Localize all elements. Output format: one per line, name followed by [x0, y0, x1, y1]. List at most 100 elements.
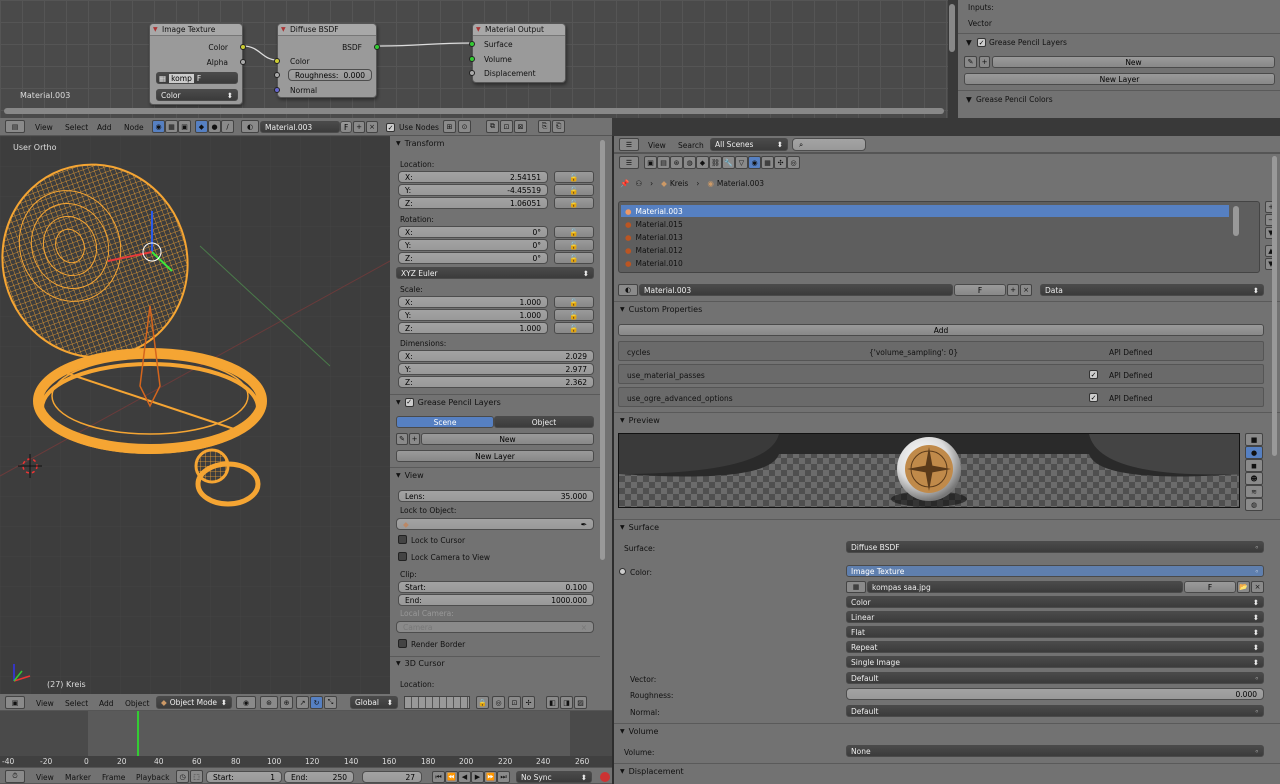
rotation-mode-dropdown[interactable]: XYZ Euler ⬍: [396, 267, 594, 279]
gp-layers-header[interactable]: Grease Pencil Layers: [989, 38, 1067, 47]
gp-new-button[interactable]: New: [421, 433, 594, 445]
link-dropdown[interactable]: Data ⬍: [1040, 284, 1264, 296]
particles-tab-icon[interactable]: ✣: [774, 156, 787, 169]
plus-icon[interactable]: +: [1007, 284, 1019, 296]
use-nodes-checkbox[interactable]: ✓: [386, 123, 395, 132]
horizontal-scrollbar[interactable]: [4, 108, 944, 114]
pivot-icon[interactable]: ⊛: [260, 696, 278, 709]
surface-shader-field[interactable]: Diffuse BSDF ◦: [846, 541, 1264, 553]
layer-buttons[interactable]: [404, 696, 470, 709]
menu-node[interactable]: Node: [124, 123, 144, 132]
texture-tab-icon[interactable]: ▦: [761, 156, 774, 169]
list-item[interactable]: ● Material.003: [621, 205, 1229, 217]
clipboard-copy-icon[interactable]: ⎘: [538, 120, 551, 133]
gp-object-tab[interactable]: Object: [494, 416, 594, 428]
custom-properties-header[interactable]: ▼ Custom Properties: [614, 302, 1280, 317]
timeline[interactable]: -40 -20 0 20 40 60 80 100 120 140 160 18…: [0, 711, 612, 767]
clip-start-field[interactable]: Start: 0.100: [398, 581, 594, 593]
scale-z-field[interactable]: Z: 1.000: [398, 322, 548, 334]
lock-cursor-checkbox[interactable]: [398, 535, 407, 544]
rotation-y-field[interactable]: Y: 0°: [398, 239, 548, 251]
lock-camera-label[interactable]: Lock Camera to View: [411, 553, 490, 562]
object-tab-icon[interactable]: ◆: [696, 156, 709, 169]
menu-playback[interactable]: Playback: [136, 773, 169, 782]
menu-view[interactable]: View: [36, 773, 54, 782]
menu-object[interactable]: Object: [125, 699, 149, 708]
shading-icon[interactable]: ◉: [236, 696, 256, 709]
material-browse-icon[interactable]: ◐: [241, 120, 259, 133]
start-frame-field[interactable]: Start: 1: [206, 771, 282, 783]
layers-tab-icon[interactable]: ▤: [657, 156, 670, 169]
property-row[interactable]: use_ogre_advanced_options ✓ API Defined: [618, 387, 1264, 407]
vertical-scrollbar[interactable]: [949, 4, 955, 52]
snap-target-icon[interactable]: ✢: [522, 696, 535, 709]
bsdf-output-socket[interactable]: [374, 44, 380, 50]
scale-y-field[interactable]: Y: 1.000: [398, 309, 548, 321]
mode-dropdown[interactable]: ◆ Object Mode ⬍: [156, 696, 232, 709]
rotation-z-field[interactable]: Z: 0°: [398, 252, 548, 264]
render-icon[interactable]: ◧: [546, 696, 559, 709]
close-icon[interactable]: ×: [366, 121, 378, 133]
vector-input-field[interactable]: Default ◦: [846, 672, 1264, 684]
list-item[interactable]: ● Material.015: [621, 218, 1229, 230]
play-icon[interactable]: ▶: [471, 771, 484, 783]
3d-cursor-panel-header[interactable]: ▼ 3D Cursor: [390, 656, 612, 671]
surface-input-socket[interactable]: [469, 41, 475, 47]
lock-cursor-label[interactable]: Lock to Cursor: [411, 536, 465, 545]
lock-scale-y[interactable]: 🔓: [554, 309, 594, 321]
list-item[interactable]: ● Material.010: [621, 257, 1229, 269]
flat-preview-icon[interactable]: ■: [1245, 433, 1263, 446]
location-x-field[interactable]: X: 2.54151: [398, 171, 548, 183]
lock-scale-z[interactable]: 🔓: [554, 322, 594, 334]
color-space-dropdown[interactable]: Color ⬍: [156, 89, 238, 101]
surface-panel-header[interactable]: ▼ Surface: [614, 520, 1280, 535]
sync-dropdown[interactable]: No Sync ⬍: [516, 771, 592, 783]
copy-icon[interactable]: ⧉: [486, 120, 499, 133]
lock-icon[interactable]: 🔒: [476, 696, 489, 709]
data-tab-icon[interactable]: ▽: [735, 156, 748, 169]
lock-location-x[interactable]: 🔓: [554, 171, 594, 183]
color-space-dropdown[interactable]: Color ⬍: [846, 596, 1264, 608]
preview-panel-header[interactable]: ▼ Preview: [614, 413, 1280, 428]
current-frame-line[interactable]: [137, 711, 139, 756]
material-name-field[interactable]: Material.003: [260, 121, 340, 133]
list-item[interactable]: ● Material.013: [621, 231, 1229, 243]
volume-shader-field[interactable]: None ◦: [846, 745, 1264, 757]
proportional-edit-icon[interactable]: ◎: [492, 696, 505, 709]
gp-layers-checkbox[interactable]: ✓: [977, 38, 986, 47]
normal-input-field[interactable]: Default ◦: [846, 705, 1264, 717]
end-frame-field[interactable]: End: 250: [284, 771, 354, 783]
pencil-icon[interactable]: ✎: [396, 433, 408, 445]
3d-viewport[interactable]: User Ortho (27) Kreis: [0, 136, 390, 694]
menu-add[interactable]: Add: [99, 699, 114, 708]
menu-marker[interactable]: Marker: [65, 773, 91, 782]
list-scrollbar[interactable]: [1233, 206, 1239, 236]
property-row[interactable]: use_material_passes ✓ API Defined: [618, 364, 1264, 384]
image-texture-node[interactable]: Image Texture Color Alpha ▦ komp F Color…: [149, 23, 246, 105]
menu-view[interactable]: View: [648, 141, 666, 150]
modifiers-tab-icon[interactable]: 🔧: [722, 156, 735, 169]
clip-end-field[interactable]: End: 1000.000: [398, 594, 594, 606]
object-type-icon[interactable]: ◆: [195, 120, 208, 133]
plus-icon[interactable]: +: [409, 433, 420, 445]
search-input[interactable]: ⌕: [792, 138, 866, 151]
sphere-preview-icon[interactable]: ●: [1245, 446, 1263, 459]
displacement-input-socket[interactable]: [469, 70, 475, 76]
hair-preview-icon[interactable]: ≋: [1245, 485, 1263, 498]
texture-type-icon[interactable]: ▦: [165, 120, 178, 133]
material-tab-icon[interactable]: ◉: [748, 156, 761, 169]
editor-type-icon[interactable]: ⏱: [5, 770, 25, 783]
lock-location-y[interactable]: 🔓: [554, 184, 594, 196]
clipboard-paste-icon[interactable]: ⎗: [552, 120, 565, 133]
image-browse-icon[interactable]: ▦: [846, 581, 866, 593]
menu-add[interactable]: Add: [97, 123, 112, 132]
menu-select[interactable]: Select: [65, 123, 88, 132]
current-frame-field[interactable]: 27: [362, 771, 422, 783]
new-layer-button[interactable]: New Layer: [964, 73, 1275, 85]
panel-collapse-icon[interactable]: ▼: [966, 95, 972, 104]
diffuse-bsdf-node[interactable]: Diffuse BSDF BSDF Color Roughness: 0.000…: [274, 23, 380, 98]
close-icon[interactable]: ×: [1251, 581, 1264, 593]
menu-frame[interactable]: Frame: [102, 773, 125, 782]
rotate-icon[interactable]: ↻: [310, 696, 323, 709]
interpolation-dropdown[interactable]: Linear ⬍: [846, 611, 1264, 623]
